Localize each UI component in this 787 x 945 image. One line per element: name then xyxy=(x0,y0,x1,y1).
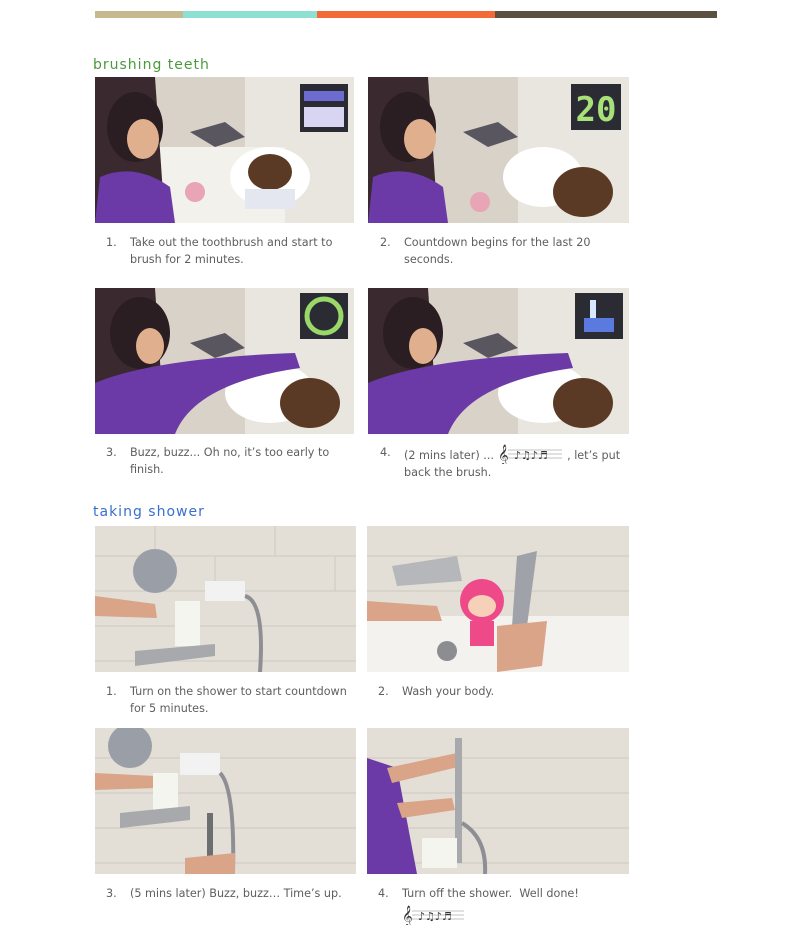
step-text-before: (2 mins later) ... xyxy=(404,449,494,462)
header-bar-orange xyxy=(317,11,495,18)
photo-shower-2 xyxy=(367,526,629,672)
photo-brushing-4 xyxy=(368,288,629,434)
svg-text:♪♫♪♬: ♪♫♪♬ xyxy=(514,449,548,462)
step-number: 3. xyxy=(106,446,117,459)
photo-shower-1 xyxy=(95,526,356,672)
svg-text:𝄞: 𝄞 xyxy=(498,445,509,464)
step-number: 3. xyxy=(106,887,117,900)
step-text: (5 mins later) Buzz, buzz… Time’s up. xyxy=(130,887,342,900)
step-number: 4. xyxy=(380,446,391,459)
section-title-shower: Taking Shower xyxy=(93,504,205,520)
music-notes-icon: 𝄞 ♪♫♪♬ xyxy=(498,445,562,464)
step-number: 1. xyxy=(106,685,117,698)
photo-shower-4 xyxy=(367,728,629,874)
svg-text:𝄞: 𝄞 xyxy=(402,906,413,925)
photo-brushing-2: 20 xyxy=(368,77,629,223)
header-bar-tan xyxy=(95,11,183,18)
step-text: Buzz, buzz... Oh no, it’s too early to f… xyxy=(130,446,330,476)
step-number: 4. xyxy=(378,887,389,900)
photo-brushing-1 xyxy=(95,77,354,223)
step-text: Countdown begins for the last 20 seconds… xyxy=(404,236,591,266)
step-number: 2. xyxy=(378,685,389,698)
step-number: 1. xyxy=(106,236,117,249)
photo-brushing-3 xyxy=(95,288,354,434)
step-number: 2. xyxy=(380,236,391,249)
svg-text:20: 20 xyxy=(576,90,617,130)
section-title-brushing: Brushing Teeth xyxy=(93,57,210,73)
music-notes-icon: 𝄞 ♪♫♪♬ xyxy=(402,906,464,925)
header-bar-brown xyxy=(495,11,717,18)
step-text: Turn off the shower. Well done! xyxy=(402,887,579,900)
svg-text:♪♫♪♬: ♪♫♪♬ xyxy=(418,910,452,923)
header-bar-teal xyxy=(183,11,317,18)
step-text: (2 mins later) ... 𝄞 ♪♫♪♬ , let’s put ba… xyxy=(404,444,630,481)
step-text: Wash your body. xyxy=(402,685,495,698)
step-text: Turn on the shower to start countdown fo… xyxy=(130,685,347,715)
photo-shower-3 xyxy=(95,728,356,874)
step-text: Take out the toothbrush and start to bru… xyxy=(130,236,333,266)
